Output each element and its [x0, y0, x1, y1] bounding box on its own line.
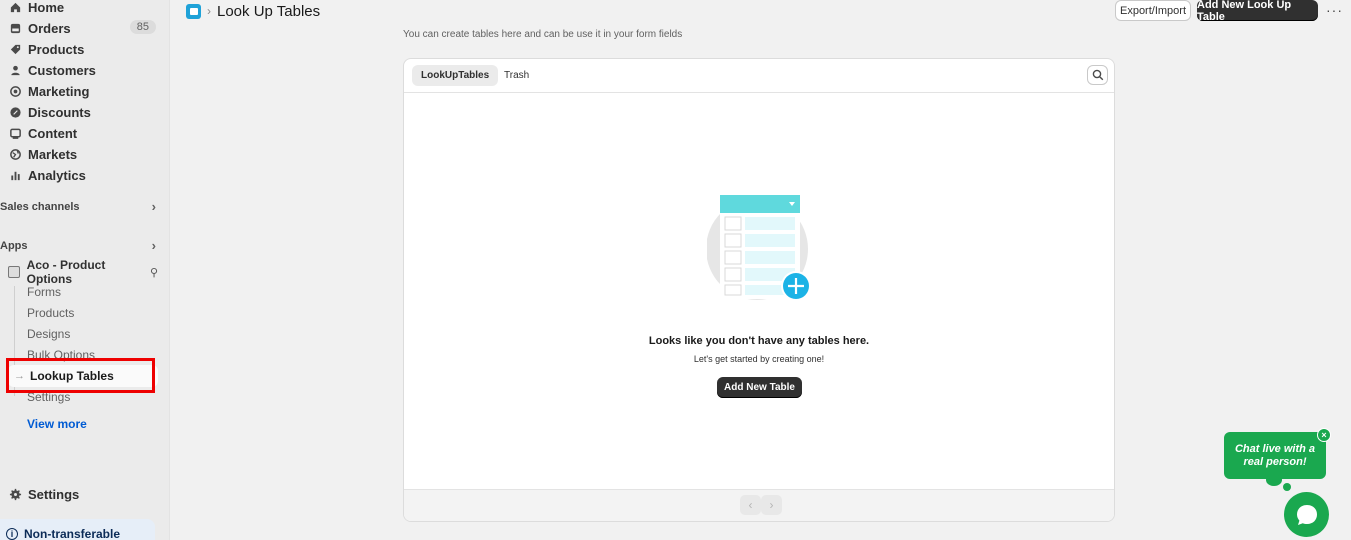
app-logo-icon[interactable] — [186, 3, 201, 19]
view-more-link[interactable]: View more — [27, 417, 87, 431]
breadcrumb: › Look Up Tables — [186, 1, 320, 21]
nav-content[interactable]: Content — [0, 123, 160, 143]
sales-channels-section[interactable]: Sales channels › — [0, 199, 160, 214]
search-icon — [1092, 69, 1103, 81]
nav-content-label: Content — [28, 125, 78, 141]
nav-orders[interactable]: Orders 85 — [0, 18, 160, 38]
empty-state-subtitle: Let's get started by creating one! — [693, 354, 825, 364]
chevron-left-icon: ‹ — [748, 498, 753, 512]
nav-products[interactable]: Products — [0, 39, 160, 59]
nav-analytics[interactable]: Analytics — [0, 165, 160, 185]
tab-trash[interactable]: Trash — [495, 65, 538, 86]
content-icon — [8, 126, 22, 140]
nav-orders-label: Orders — [28, 20, 71, 36]
orders-icon — [8, 21, 22, 35]
chevron-right-icon: › — [207, 4, 211, 18]
nav-discounts[interactable]: Discounts — [0, 102, 160, 122]
next-page-button[interactable]: › — [761, 495, 782, 515]
globe-icon — [8, 147, 22, 161]
tab-bar: LookUpTables Trash — [404, 59, 1114, 93]
nav-discounts-label: Discounts — [28, 104, 91, 120]
info-icon: i — [6, 528, 18, 540]
page-subtitle: You can create tables here and can be us… — [403, 29, 683, 40]
sidebar: Home Orders 85 Products Customers Market… — [0, 0, 170, 540]
tab-lookuptables[interactable]: LookUpTables — [412, 65, 499, 86]
nav-home-label: Home — [28, 0, 65, 15]
app-icon — [8, 266, 20, 278]
chat-bubble-tail-small — [1283, 483, 1291, 491]
subnav-designs[interactable]: Designs — [27, 327, 70, 341]
chevron-right-icon: › — [151, 199, 156, 214]
app-aco-product-options[interactable]: Aco - Product Options ⚲ — [8, 258, 158, 286]
empty-state-title: Looks like you don't have any tables her… — [648, 335, 870, 347]
tag-icon — [8, 42, 22, 56]
nav-settings[interactable]: Settings — [0, 484, 160, 504]
page-title: Look Up Tables — [217, 2, 321, 20]
home-icon — [8, 0, 22, 14]
discount-icon — [8, 105, 22, 119]
prev-page-button[interactable]: ‹ — [740, 495, 761, 515]
nav-customers[interactable]: Customers — [0, 60, 160, 80]
chat-bubble-tail — [1266, 474, 1282, 486]
nav-markets-label: Markets — [28, 146, 78, 162]
chat-launcher-button[interactable] — [1284, 492, 1329, 537]
nav-customers-label: Customers — [28, 62, 96, 78]
close-icon[interactable]: × — [1317, 428, 1331, 442]
export-import-button[interactable]: Export/Import — [1115, 0, 1191, 21]
app-name: Aco - Product Options — [26, 258, 106, 286]
chat-bubble[interactable]: Chat live with a real person! — [1224, 432, 1326, 479]
empty-table-illustration — [707, 195, 811, 301]
tables-card: LookUpTables Trash Looks like you don't … — [403, 58, 1115, 522]
add-new-table-button[interactable]: Add New Table — [717, 377, 802, 398]
search-button[interactable] — [1087, 65, 1108, 85]
subnav-forms[interactable]: Forms — [27, 285, 61, 299]
bar-chart-icon — [8, 168, 22, 182]
pagination-bar: ‹ › — [404, 489, 1114, 521]
apps-section[interactable]: Apps › — [0, 238, 160, 253]
pin-icon[interactable]: ⚲ — [150, 266, 158, 279]
nav-analytics-label: Analytics — [28, 167, 86, 183]
add-new-lookup-table-button[interactable]: Add New Look Up Table — [1197, 0, 1318, 23]
nav-markets[interactable]: Markets — [0, 144, 160, 164]
chevron-right-icon: › — [151, 238, 156, 253]
nav-marketing[interactable]: Marketing — [0, 81, 160, 101]
gear-icon — [8, 487, 22, 501]
sales-channels-label: Sales channels — [0, 200, 80, 213]
nav-marketing-label: Marketing — [28, 83, 90, 99]
banner-label: Non-transferable — [24, 527, 121, 540]
chat-icon — [1296, 504, 1317, 525]
subnav-products[interactable]: Products — [27, 306, 74, 320]
non-transferable-banner[interactable]: i Non-transferable — [0, 519, 155, 540]
nav-home[interactable]: Home — [0, 0, 160, 17]
nav-products-label: Products — [28, 41, 85, 57]
more-actions-icon[interactable]: ··· — [1326, 2, 1343, 18]
target-icon — [8, 84, 22, 98]
chevron-right-icon: › — [769, 498, 774, 512]
apps-label: Apps — [0, 239, 28, 252]
person-icon — [8, 63, 22, 77]
highlight-box — [6, 358, 155, 393]
orders-count-badge: 85 — [129, 20, 156, 34]
nav-settings-label: Settings — [28, 486, 80, 502]
